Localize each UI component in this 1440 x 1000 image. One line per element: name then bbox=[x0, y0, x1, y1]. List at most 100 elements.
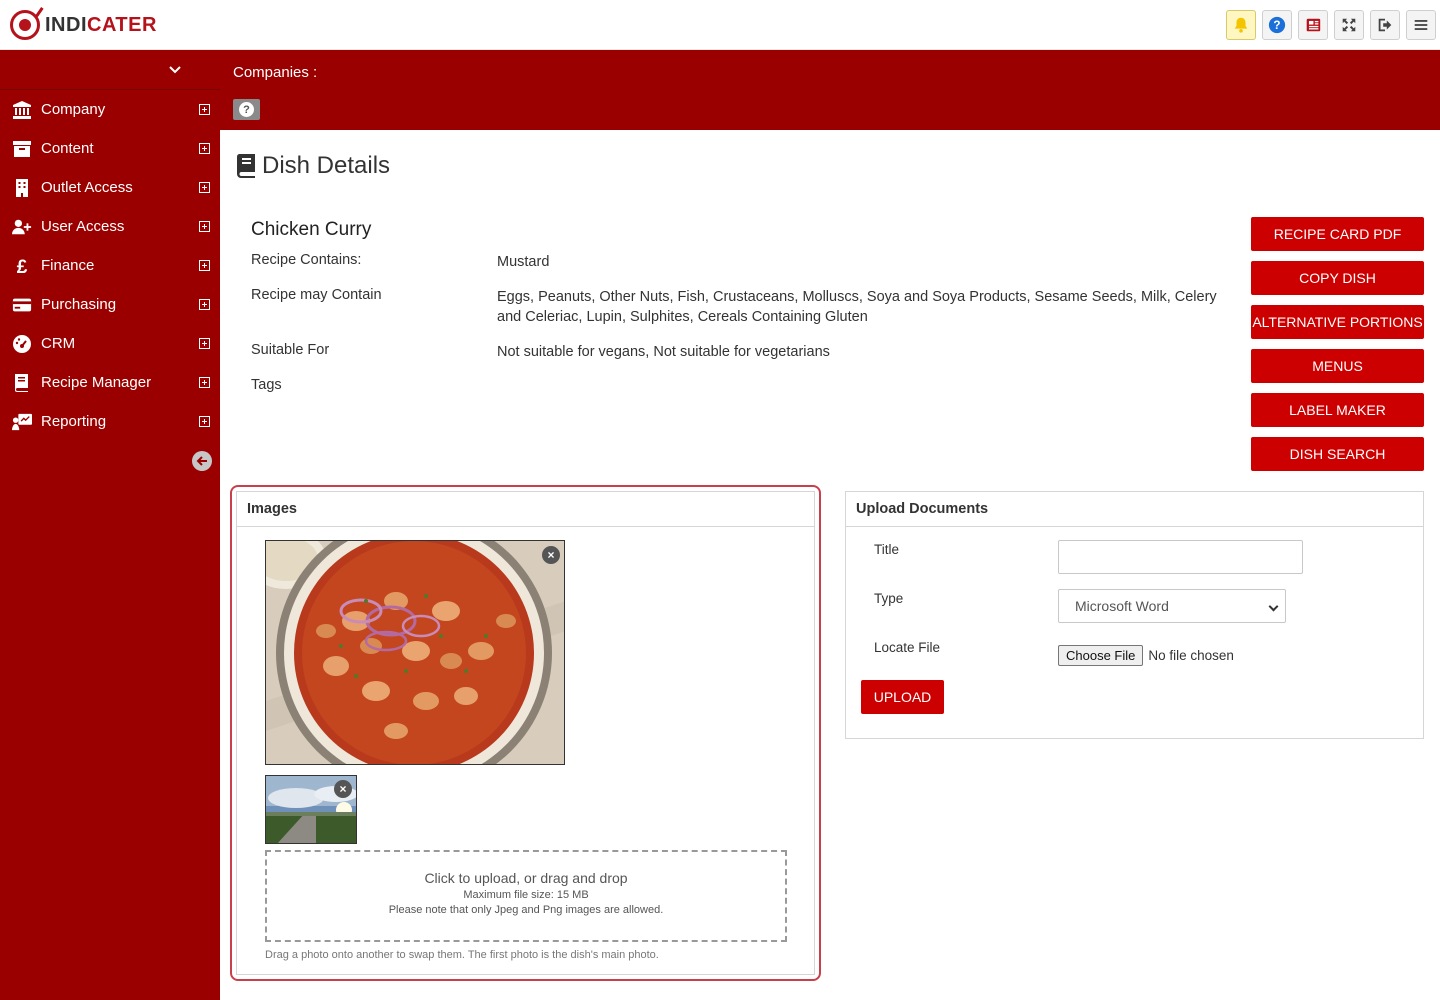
upload-panel-heading: Upload Documents bbox=[846, 492, 1423, 527]
expand-icon[interactable] bbox=[1334, 10, 1364, 40]
sidebar-item-outlet-access[interactable]: Outlet Access bbox=[0, 168, 220, 207]
dashboard-icon bbox=[10, 334, 34, 354]
copy-dish-button[interactable]: COPY DISH bbox=[1251, 261, 1424, 295]
sidebar-item-label: CRM bbox=[41, 335, 76, 352]
sidebar-item-reporting[interactable]: Reporting bbox=[0, 402, 220, 441]
svg-text:£: £ bbox=[17, 257, 28, 275]
sidebar-item-company[interactable]: Company bbox=[0, 90, 220, 129]
expand-plus-icon[interactable] bbox=[199, 377, 210, 388]
chicken-curry-image bbox=[266, 541, 564, 764]
expand-plus-icon[interactable] bbox=[199, 299, 210, 310]
sidebar-item-content[interactable]: Content bbox=[0, 129, 220, 168]
dish-search-button[interactable]: DISH SEARCH bbox=[1251, 437, 1424, 471]
arrow-left-icon bbox=[196, 456, 207, 466]
sidebar-item-label: Recipe Manager bbox=[41, 374, 152, 391]
expand-plus-icon[interactable] bbox=[199, 416, 210, 427]
expand-plus-icon[interactable] bbox=[199, 104, 210, 115]
logout-icon[interactable] bbox=[1370, 10, 1400, 40]
file-input: Choose File No file chosen bbox=[1058, 645, 1234, 666]
dish-name: Chicken Curry bbox=[251, 219, 372, 240]
images-panel: Images × × Click to upload, or drag and … bbox=[236, 491, 815, 975]
sidebar-item-purchasing[interactable]: Purchasing bbox=[0, 285, 220, 324]
bank-icon bbox=[10, 100, 34, 120]
sidebar-item-crm[interactable]: CRM bbox=[0, 324, 220, 363]
logo-prefix: INDI bbox=[45, 13, 87, 36]
sidebar-item-recipe-manager[interactable]: Recipe Manager bbox=[0, 363, 220, 402]
sidebar-item-label: Company bbox=[41, 101, 106, 118]
question-icon: ? bbox=[239, 102, 254, 117]
bell-icon[interactable] bbox=[1226, 10, 1256, 40]
tags-label: Tags bbox=[251, 377, 282, 393]
book-icon bbox=[10, 373, 34, 393]
images-panel-heading: Images bbox=[237, 492, 814, 527]
type-label: Type bbox=[874, 591, 904, 606]
svg-text:?: ? bbox=[1273, 19, 1280, 32]
sidebar-item-label: Purchasing bbox=[41, 296, 117, 313]
dish-actions: RECIPE CARD PDF COPY DISH ALTERNATIVE PO… bbox=[1251, 217, 1424, 481]
expand-plus-icon[interactable] bbox=[199, 260, 210, 271]
expand-plus-icon[interactable] bbox=[199, 221, 210, 232]
alternative-portions-button[interactable]: ALTERNATIVE PORTIONS bbox=[1251, 305, 1424, 339]
no-file-chosen-text: No file chosen bbox=[1148, 648, 1234, 663]
dropzone-main-text: Click to upload, or drag and drop bbox=[424, 870, 628, 886]
recipe-may-contain-value: Eggs, Peanuts, Other Nuts, Fish, Crustac… bbox=[497, 289, 1217, 325]
top-toolbar: ? bbox=[1226, 10, 1436, 40]
dropzone-size-text: Maximum file size: 15 MB bbox=[463, 889, 589, 901]
sidebar: Company Content Outlet Access User Acces… bbox=[0, 50, 220, 1000]
page-title: Dish Details bbox=[236, 152, 390, 180]
document-title-input[interactable] bbox=[1058, 540, 1303, 574]
suitable-for-label: Suitable For bbox=[251, 342, 330, 358]
indicater-logo[interactable]: INDICATER bbox=[10, 9, 157, 41]
photo-dropzone[interactable]: Click to upload, or drag and drop Maximu… bbox=[265, 850, 787, 942]
recipe-may-contain-label: Recipe may Contain bbox=[251, 287, 382, 303]
page-title-text: Dish Details bbox=[262, 152, 391, 179]
menu-icon[interactable] bbox=[1406, 10, 1436, 40]
logo-mark-icon bbox=[10, 10, 40, 40]
expand-plus-icon[interactable] bbox=[199, 338, 210, 349]
recipe-contains-value: Mustard bbox=[497, 254, 550, 270]
user-plus-icon bbox=[10, 217, 34, 237]
expand-plus-icon[interactable] bbox=[199, 143, 210, 154]
upload-documents-panel: Upload Documents Title Type Microsoft Wo… bbox=[845, 491, 1424, 739]
sidebar-item-label: Finance bbox=[41, 257, 95, 274]
sidebar-item-label: Outlet Access bbox=[41, 179, 133, 196]
sidebar-item-label: Reporting bbox=[41, 413, 107, 430]
sidebar-toggle[interactable] bbox=[0, 50, 220, 90]
dropzone-types-text: Please note that only Jpeg and Png image… bbox=[388, 904, 664, 916]
locate-file-label: Locate File bbox=[874, 640, 941, 655]
menus-button[interactable]: MENUS bbox=[1251, 349, 1424, 383]
suitable-for-value: Not suitable for vegans, Not suitable fo… bbox=[497, 344, 830, 360]
title-label: Title bbox=[874, 542, 900, 557]
sidebar-item-label: Content bbox=[41, 140, 94, 157]
sidebar-item-label: User Access bbox=[41, 218, 125, 235]
upload-button[interactable]: UPLOAD bbox=[861, 680, 944, 714]
recipe-card-pdf-button[interactable]: RECIPE CARD PDF bbox=[1251, 217, 1424, 251]
document-type-select[interactable]: Microsoft Word bbox=[1058, 589, 1286, 623]
main-dish-photo[interactable]: × bbox=[265, 540, 565, 765]
document-type-value: Microsoft Word bbox=[1075, 598, 1169, 614]
credit-card-icon bbox=[10, 295, 34, 315]
chevron-down-icon bbox=[1268, 601, 1279, 612]
collapse-sidebar-button[interactable] bbox=[192, 451, 212, 471]
presentation-icon bbox=[10, 412, 34, 432]
sidebar-item-user-access[interactable]: User Access bbox=[0, 207, 220, 246]
recipe-contains-label: Recipe Contains: bbox=[251, 252, 362, 268]
choose-file-button[interactable]: Choose File bbox=[1058, 645, 1144, 666]
company-band: Companies : ? bbox=[220, 50, 1440, 130]
remove-photo-button[interactable]: × bbox=[542, 546, 560, 564]
label-maker-button[interactable]: LABEL MAKER bbox=[1251, 393, 1424, 427]
logo-suffix: CATER bbox=[87, 13, 157, 36]
companies-label: Companies : bbox=[233, 64, 318, 81]
expand-plus-icon[interactable] bbox=[199, 182, 210, 193]
sidebar-item-finance[interactable]: £ Finance bbox=[0, 246, 220, 285]
archive-icon bbox=[10, 139, 34, 159]
help-button[interactable]: ? bbox=[233, 99, 260, 120]
chevron-down-icon bbox=[169, 65, 181, 73]
book-icon bbox=[236, 154, 255, 178]
secondary-dish-photo[interactable]: × bbox=[265, 775, 357, 844]
help-icon[interactable]: ? bbox=[1262, 10, 1292, 40]
newspaper-icon[interactable] bbox=[1298, 10, 1328, 40]
top-header: INDICATER ? bbox=[0, 0, 1440, 50]
remove-photo-button[interactable]: × bbox=[334, 780, 352, 798]
pound-icon: £ bbox=[10, 256, 34, 276]
